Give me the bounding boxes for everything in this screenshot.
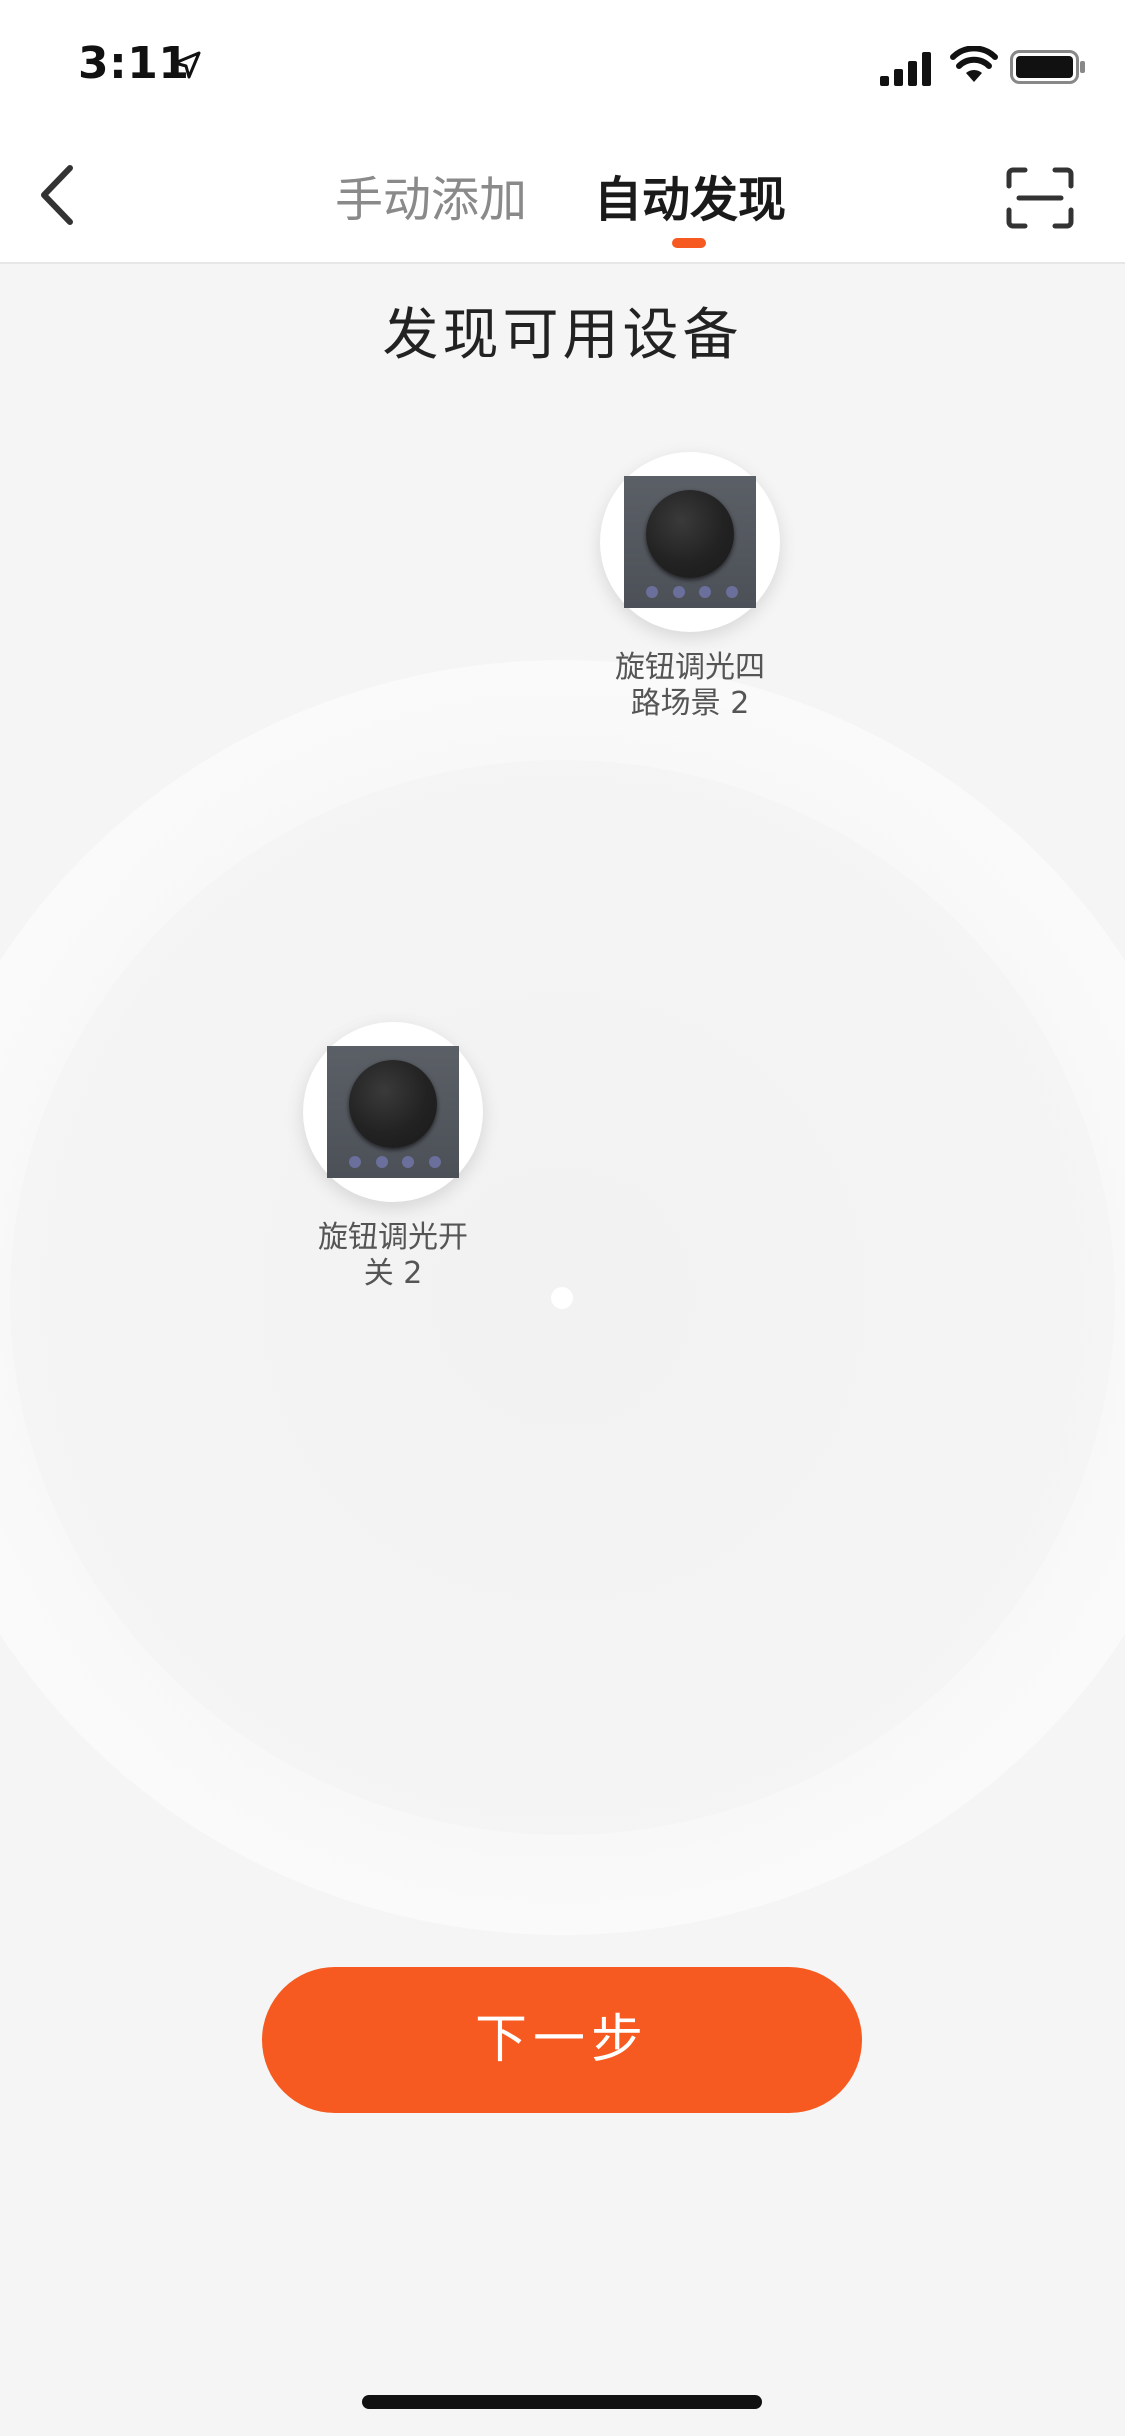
device-name-line2: 关 2 (363, 1256, 423, 1291)
dimmer-knob-icon (349, 1060, 437, 1148)
battery-icon (1010, 50, 1085, 84)
back-button[interactable] (28, 160, 88, 230)
device-thumbnail (624, 476, 756, 608)
discovered-device-item[interactable]: 旋钮调光开 关 2 (293, 1022, 493, 1292)
scan-icon (1006, 167, 1074, 229)
device-avatar (303, 1022, 483, 1202)
wifi-icon (950, 46, 998, 82)
tab-manual-add[interactable]: 手动添加 (335, 170, 527, 230)
device-name: 旋钮调光开 关 2 (293, 1220, 493, 1292)
active-tab-indicator (672, 238, 706, 248)
chevron-left-icon (41, 165, 73, 225)
next-step-button[interactable]: 下一步 (262, 1967, 862, 2113)
location-arrow-icon (173, 51, 201, 79)
device-name-line1: 旋钮调光四 (615, 650, 765, 685)
signal-icon (880, 52, 931, 86)
indicator-dots (646, 586, 738, 598)
device-thumbnail (327, 1046, 459, 1178)
tab-auto-discover[interactable]: 自动发现 (594, 170, 786, 230)
app-screen: 3:11 手动添加 自动发现 发现可用设备 旋钮调光四 路场景 2 旋钮调光开 … (0, 0, 1125, 2436)
discovered-device-item[interactable]: 旋钮调光四 路场景 2 (590, 452, 790, 722)
device-name: 旋钮调光四 路场景 2 (590, 650, 790, 722)
device-name-line2: 路场景 2 (630, 686, 750, 721)
device-name-line1: 旋钮调光开 (318, 1220, 468, 1255)
nav-bar: 手动添加 自动发现 (0, 132, 1125, 264)
page-heading: 发现可用设备 (382, 303, 743, 368)
dimmer-knob-icon (646, 490, 734, 578)
status-bar: 3:11 (0, 0, 1125, 132)
indicator-dots (349, 1156, 441, 1168)
scan-button[interactable] (1005, 166, 1075, 230)
device-avatar (600, 452, 780, 632)
radar-center-dot (551, 1287, 573, 1309)
home-indicator[interactable] (362, 2395, 762, 2409)
